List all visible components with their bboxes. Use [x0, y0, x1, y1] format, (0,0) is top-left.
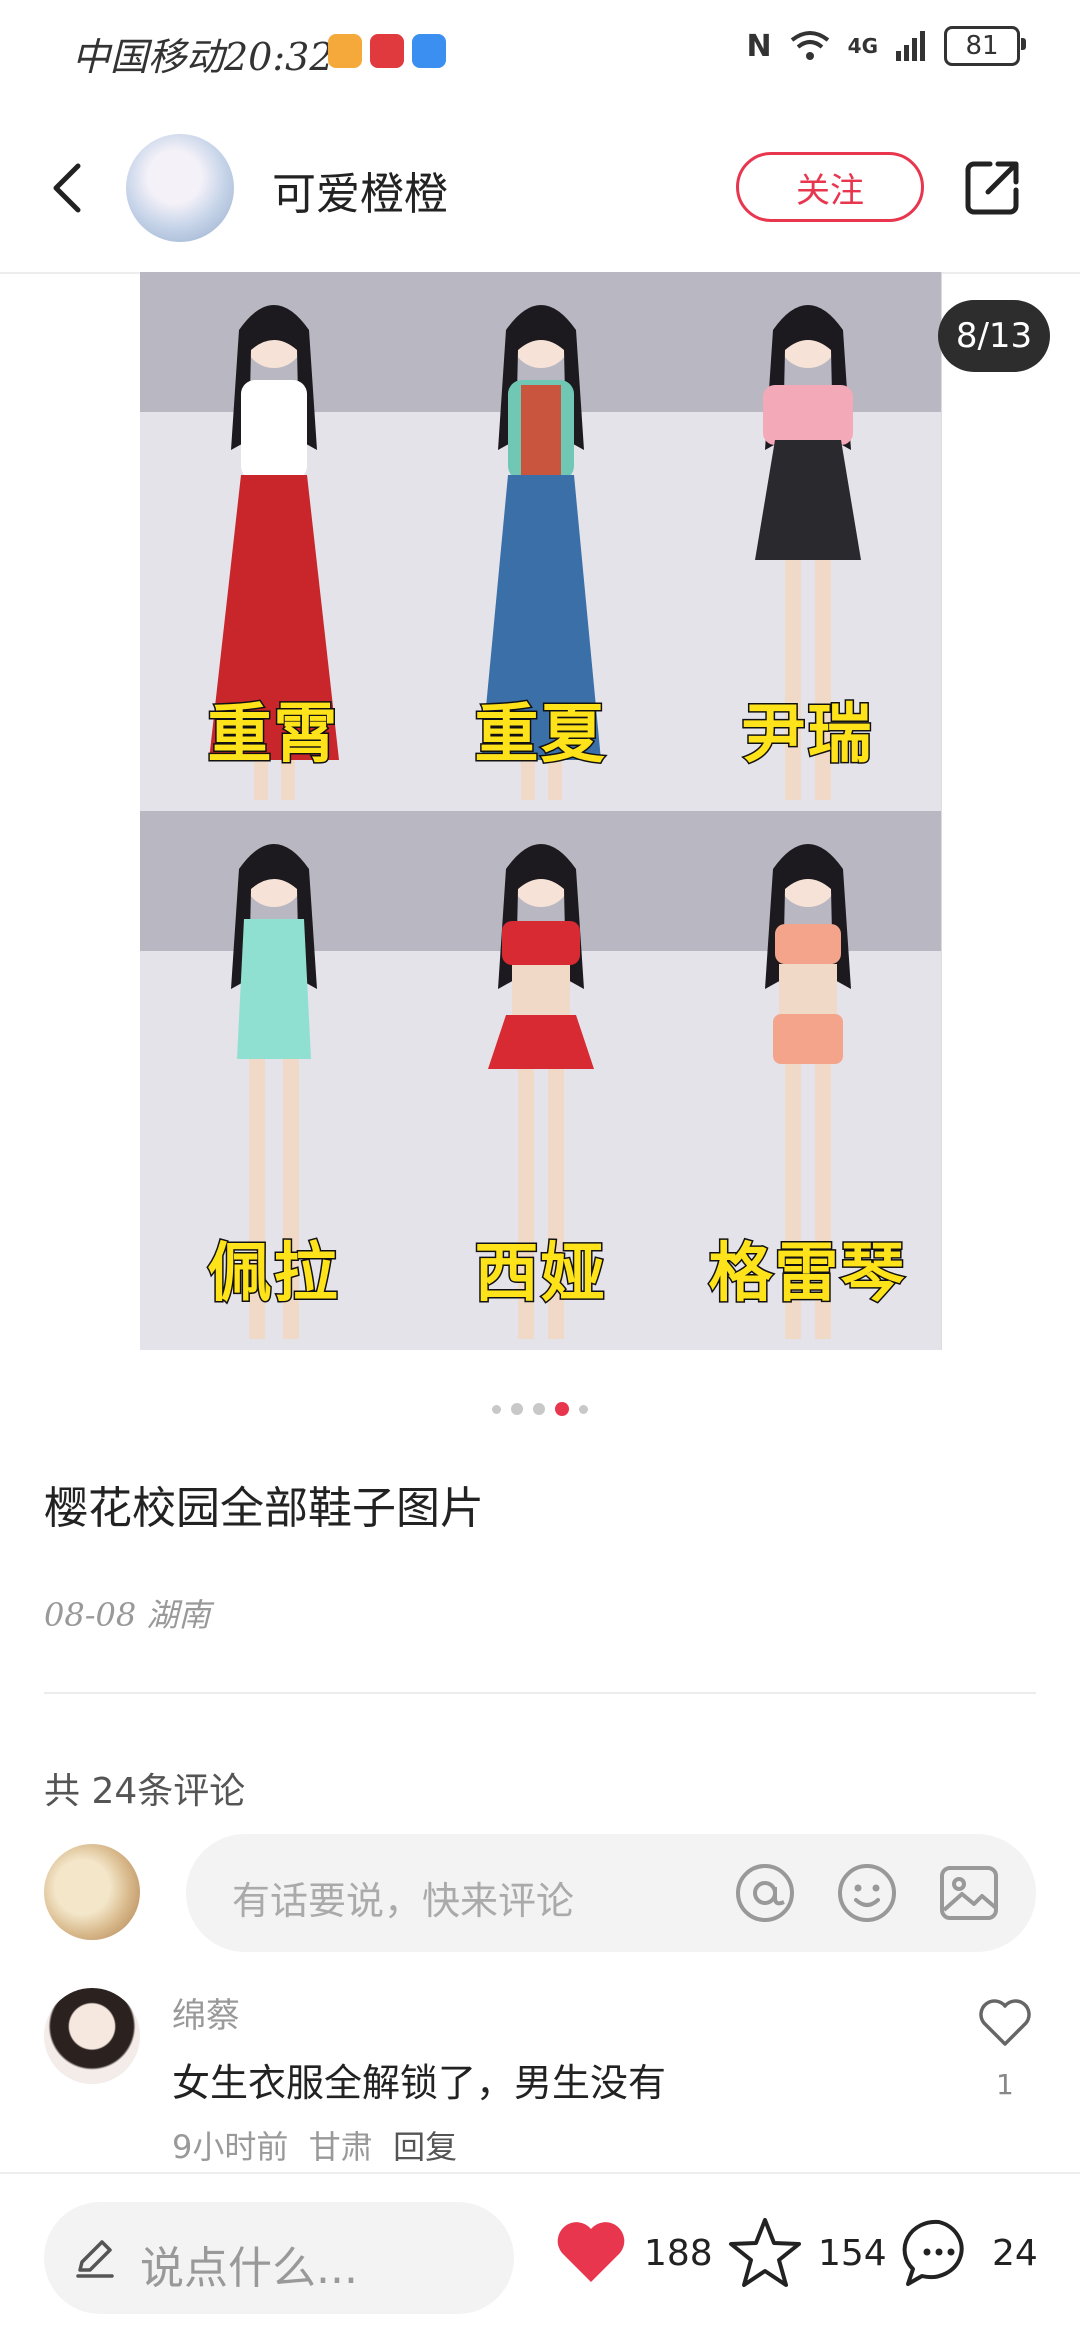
heart-icon — [557, 2222, 625, 2282]
emoji-icon[interactable] — [836, 1862, 898, 1924]
outfit-caption: 佩拉 — [206, 1236, 340, 1313]
notification-app-icon — [370, 34, 404, 68]
outfit-cell: 佩拉 — [140, 811, 407, 1350]
outfit-caption: 格雷琴 — [707, 1236, 907, 1313]
network-type: 4G — [847, 34, 878, 58]
like-count: 188 — [644, 2232, 713, 2274]
image-icon[interactable] — [938, 1862, 1000, 1924]
post-date-location: 08-08 湖南 — [44, 1596, 211, 1634]
comment-count: 共 24条评论 — [44, 1771, 246, 1812]
wifi-icon — [790, 31, 829, 60]
outfit-cell: 重霄 — [140, 272, 407, 811]
outfit-caption: 重夏 — [473, 697, 607, 774]
carrier-time: 中国移动20:32 — [72, 35, 334, 79]
battery-icon: 81 — [944, 26, 1026, 66]
nfc-icon: N — [746, 28, 772, 64]
comment-input[interactable]: 有话要说，快来评论 — [186, 1834, 1036, 1952]
notification-app-icon — [328, 34, 362, 68]
bottom-action-bar: 说点什么... 188 154 24 — [0, 2172, 1080, 2342]
signal-icon — [896, 31, 925, 61]
notification-app-icon — [412, 34, 446, 68]
outfit-caption: 西娅 — [473, 1236, 607, 1313]
outfit-caption: 尹瑞 — [740, 697, 874, 774]
my-avatar — [44, 1844, 140, 1940]
like-action[interactable]: 188 — [552, 2214, 713, 2292]
comment-like-count: 1 — [996, 2068, 1014, 2101]
comment-total: 24 — [992, 2232, 1038, 2274]
comment-time: 9小时前 — [172, 2128, 289, 2166]
carousel-indicator — [0, 1402, 1080, 1416]
share-icon[interactable] — [960, 156, 1024, 220]
carousel-dot — [511, 1403, 523, 1415]
divider — [44, 1692, 1036, 1694]
carousel-dot-active — [555, 1402, 569, 1416]
image-counter: 8/13 — [938, 300, 1050, 372]
comment-like-icon[interactable] — [976, 1994, 1034, 2052]
author-name[interactable]: 可爱橙橙 — [272, 158, 448, 222]
commenter-name[interactable]: 绵蔡 — [172, 1988, 240, 2037]
post-title: 樱花校园全部鞋子图片 — [44, 1483, 484, 1534]
comment-meta: 9小时前 甘肃 回复 — [172, 2122, 457, 2168]
outfit-cell: 尹瑞 — [674, 272, 941, 811]
outfit-cell: 西娅 — [407, 811, 674, 1350]
status-bar: 中国移动20:32 N 4G 81 — [0, 0, 1080, 100]
quick-comment-placeholder: 说点什么... — [140, 2243, 358, 2294]
comment-bubble-icon — [902, 2219, 964, 2286]
favorite-action[interactable]: 154 — [726, 2214, 887, 2292]
comment-action[interactable]: 24 — [900, 2214, 1038, 2292]
post-header: 可爱橙橙 关注 — [0, 100, 1080, 274]
follow-button[interactable]: 关注 — [736, 152, 924, 222]
comment-text: 女生衣服全解锁了，男生没有 — [172, 2061, 667, 2105]
status-indicators: N 4G 81 — [746, 26, 1026, 66]
back-arrow-icon[interactable] — [40, 158, 100, 218]
reply-button[interactable]: 回复 — [393, 2128, 457, 2166]
favorite-count: 154 — [818, 2232, 887, 2274]
carousel-dot — [492, 1404, 501, 1414]
pencil-icon — [76, 2240, 114, 2278]
star-icon — [729, 2218, 801, 2287]
comment-location: 甘肃 — [308, 2128, 373, 2166]
outfit-cell: 格雷琴 — [674, 811, 941, 1350]
carousel-dot — [579, 1404, 588, 1414]
carousel-dot — [533, 1403, 545, 1415]
author-avatar[interactable] — [126, 134, 234, 242]
commenter-avatar[interactable] — [44, 1988, 140, 2084]
outfit-caption: 重霄 — [206, 697, 340, 774]
comment-placeholder: 有话要说，快来评论 — [232, 1879, 575, 1923]
mention-icon[interactable] — [734, 1862, 796, 1924]
post-image[interactable]: 重霄 重夏 尹瑞 佩拉 西娅 格雷琴 — [140, 272, 942, 1350]
outfit-cell: 重夏 — [407, 272, 674, 811]
quick-comment-input[interactable]: 说点什么... — [44, 2202, 514, 2314]
